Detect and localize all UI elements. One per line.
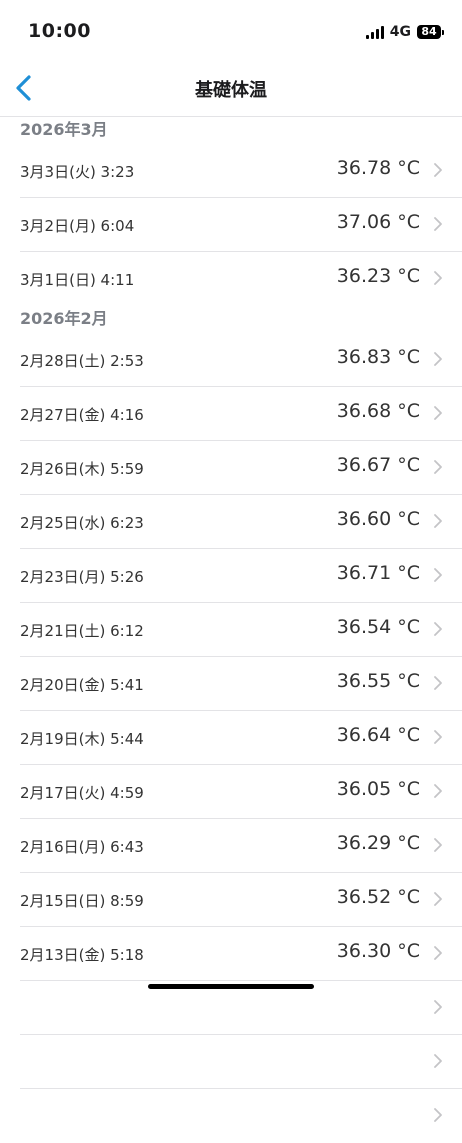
record-temperature: 37.06 °C bbox=[336, 211, 420, 233]
list-item[interactable]: 2月23日(月) 5:26 36.71 °C bbox=[20, 549, 462, 603]
chevron-right-icon bbox=[434, 1000, 442, 1014]
home-indicator[interactable] bbox=[148, 984, 314, 989]
list-item[interactable]: 2月20日(金) 5:41 36.55 °C bbox=[20, 657, 462, 711]
record-temperature: 36.55 °C bbox=[336, 670, 420, 692]
battery-tip bbox=[442, 29, 444, 35]
list-item[interactable]: 2月21日(土) 6:12 36.54 °C bbox=[20, 603, 462, 657]
record-datetime: 2月20日(金) 5:41 bbox=[20, 676, 144, 694]
record-temperature: 36.68 °C bbox=[336, 400, 420, 422]
record-datetime: 2月19日(木) 5:44 bbox=[20, 730, 144, 748]
chevron-right-icon bbox=[434, 838, 442, 852]
section-header-february: 2026年2月 bbox=[20, 309, 108, 328]
battery-icon: 84 bbox=[417, 25, 444, 39]
record-datetime: 3月3日(火) 3:23 bbox=[20, 163, 135, 181]
record-datetime: 2月17日(火) 4:59 bbox=[20, 784, 144, 802]
record-temperature: 36.23 °C bbox=[336, 265, 420, 287]
record-temperature: 36.64 °C bbox=[336, 724, 420, 746]
list-item[interactable]: 3月3日(火) 3:23 36.78 °C bbox=[20, 144, 462, 198]
cellular-signal-icon bbox=[365, 25, 384, 39]
record-datetime: 2月26日(木) 5:59 bbox=[20, 460, 144, 478]
status-bar: 10:00 4G 84 bbox=[0, 0, 462, 64]
navigation-bar: 基礎体温 bbox=[0, 64, 462, 117]
list-item[interactable]: 2月16日(月) 6:43 36.29 °C bbox=[20, 819, 462, 873]
chevron-right-icon bbox=[434, 406, 442, 420]
list-item[interactable]: 2月15日(日) 8:59 36.52 °C bbox=[20, 873, 462, 927]
chevron-right-icon bbox=[434, 676, 442, 690]
list-item[interactable] bbox=[20, 981, 462, 1035]
record-temperature: 36.83 °C bbox=[336, 346, 420, 368]
record-datetime: 2月27日(金) 4:16 bbox=[20, 406, 144, 424]
list-item[interactable] bbox=[20, 1089, 462, 1143]
section-header-march: 2026年3月 bbox=[20, 120, 108, 139]
chevron-right-icon bbox=[434, 352, 442, 366]
record-temperature: 36.67 °C bbox=[336, 454, 420, 476]
list-item[interactable]: 2月28日(土) 2:53 36.83 °C bbox=[20, 333, 462, 387]
record-temperature: 36.05 °C bbox=[336, 778, 420, 800]
chevron-right-icon bbox=[434, 568, 442, 582]
record-temperature: 36.30 °C bbox=[336, 940, 420, 962]
record-temperature: 36.78 °C bbox=[336, 157, 420, 179]
chevron-right-icon bbox=[434, 892, 442, 906]
page-title: 基礎体温 bbox=[195, 80, 267, 101]
list-item[interactable]: 2月19日(木) 5:44 36.64 °C bbox=[20, 711, 462, 765]
list-item[interactable]: 2月13日(金) 5:18 36.30 °C bbox=[20, 927, 462, 981]
record-temperature: 36.52 °C bbox=[336, 886, 420, 908]
record-datetime: 2月28日(土) 2:53 bbox=[20, 352, 144, 370]
temperature-list: 2026年3月 3月3日(火) 3:23 36.78 °C 3月2日(月) 6:… bbox=[0, 117, 462, 1143]
record-datetime: 2月25日(水) 6:23 bbox=[20, 514, 144, 532]
chevron-right-icon bbox=[434, 622, 442, 636]
chevron-right-icon bbox=[434, 163, 442, 177]
list-item[interactable]: 3月2日(月) 6:04 37.06 °C bbox=[20, 198, 462, 252]
chevron-right-icon bbox=[434, 217, 442, 231]
chevron-right-icon bbox=[434, 271, 442, 285]
record-datetime: 3月1日(日) 4:11 bbox=[20, 271, 135, 289]
list-item[interactable] bbox=[20, 1035, 462, 1089]
record-datetime: 2月16日(月) 6:43 bbox=[20, 838, 144, 856]
chevron-right-icon bbox=[434, 460, 442, 474]
chevron-right-icon bbox=[434, 946, 442, 960]
record-datetime: 2月23日(月) 5:26 bbox=[20, 568, 144, 586]
status-indicators: 4G 84 bbox=[365, 24, 444, 40]
list-item[interactable]: 2月17日(火) 4:59 36.05 °C bbox=[20, 765, 462, 819]
record-temperature: 36.60 °C bbox=[336, 508, 420, 530]
record-datetime: 2月21日(土) 6:12 bbox=[20, 622, 144, 640]
list-item[interactable]: 3月1日(日) 4:11 36.23 °C bbox=[20, 252, 462, 306]
record-datetime: 2月13日(金) 5:18 bbox=[20, 946, 144, 964]
record-temperature: 36.71 °C bbox=[336, 562, 420, 584]
chevron-right-icon bbox=[434, 514, 442, 528]
list-item[interactable]: 2月25日(水) 6:23 36.60 °C bbox=[20, 495, 462, 549]
network-type: 4G bbox=[389, 24, 411, 40]
chevron-right-icon bbox=[434, 1054, 442, 1068]
chevron-right-icon bbox=[434, 1108, 442, 1122]
record-temperature: 36.29 °C bbox=[336, 832, 420, 854]
record-datetime: 2月15日(日) 8:59 bbox=[20, 892, 144, 910]
chevron-right-icon bbox=[434, 730, 442, 744]
battery-level: 84 bbox=[417, 25, 441, 39]
record-datetime: 3月2日(月) 6:04 bbox=[20, 217, 135, 235]
list-item[interactable]: 2月26日(木) 5:59 36.67 °C bbox=[20, 441, 462, 495]
status-time: 10:00 bbox=[28, 20, 91, 42]
chevron-right-icon bbox=[434, 784, 442, 798]
record-temperature: 36.54 °C bbox=[336, 616, 420, 638]
list-item[interactable]: 2月27日(金) 4:16 36.68 °C bbox=[20, 387, 462, 441]
